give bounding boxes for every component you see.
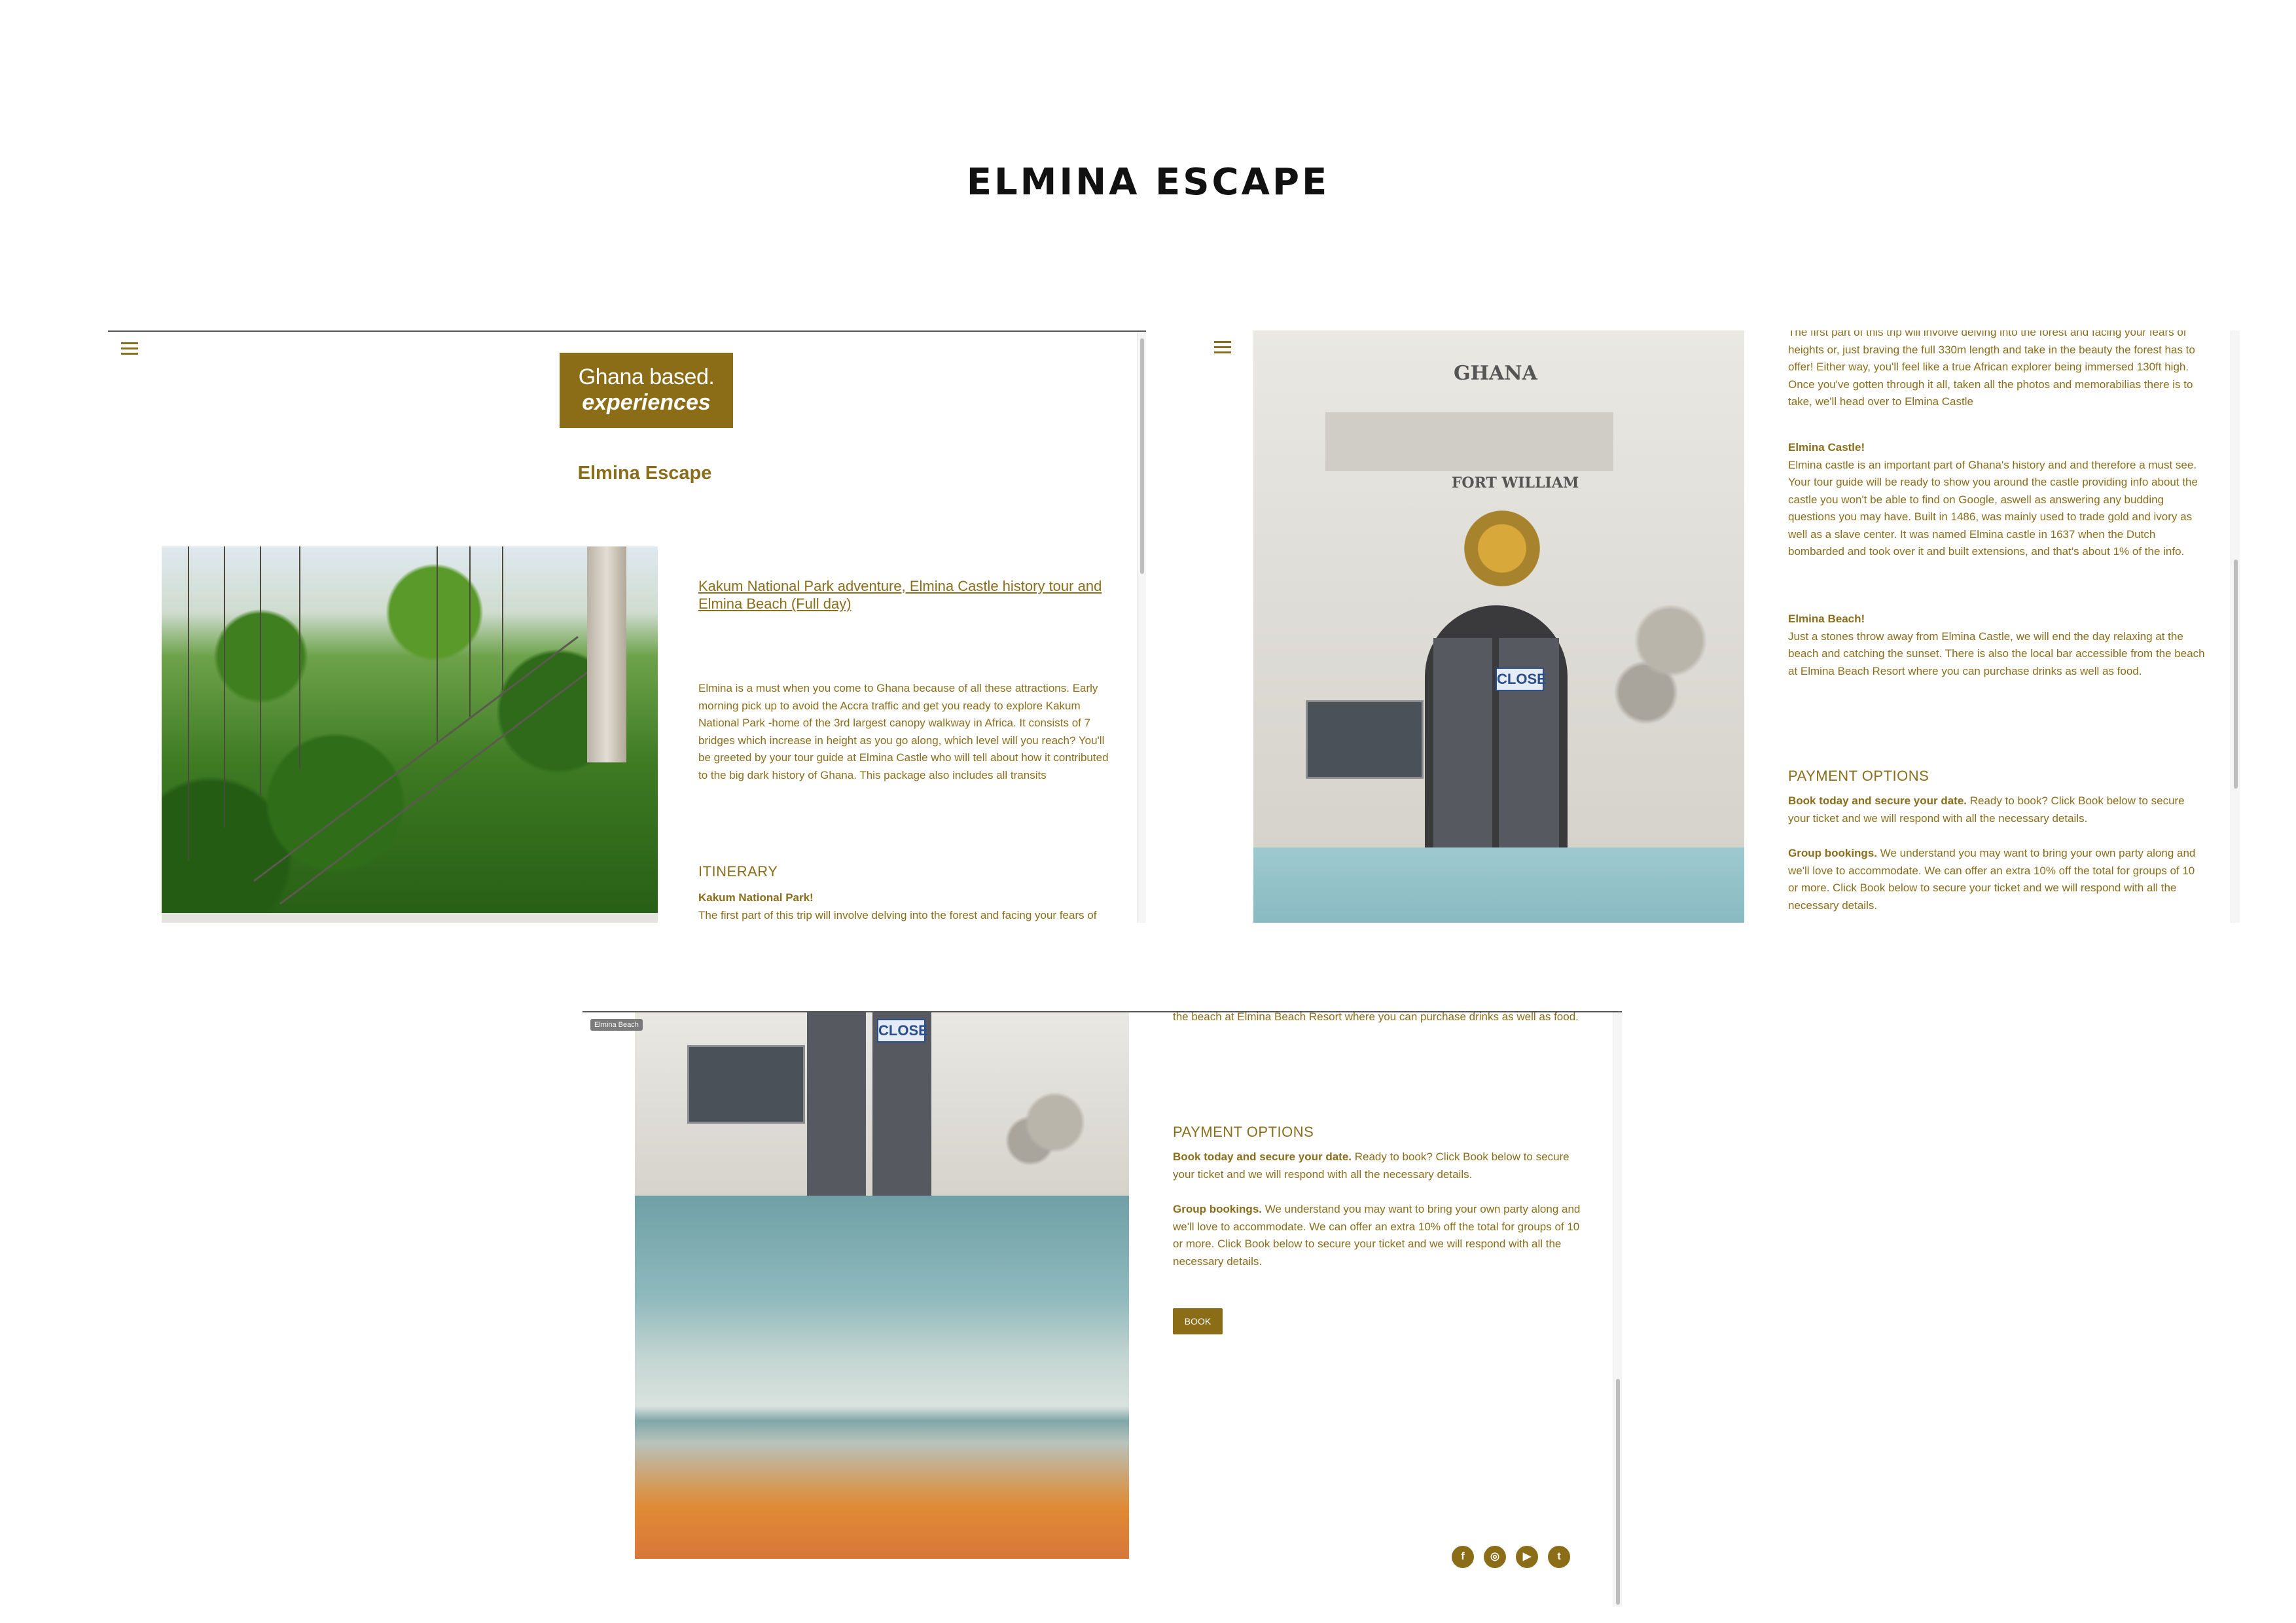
- ghana-sign: GHANA: [1454, 362, 1537, 385]
- beach-text: Just a stones throw away from Elmina Cas…: [1788, 630, 2205, 677]
- kakum-canopy-photo: [162, 546, 658, 913]
- site-logo[interactable]: Ghana based. experiences: [560, 353, 733, 428]
- group-bookings-text: Group bookings. We understand you may wa…: [1788, 845, 2207, 914]
- itinerary-heading: ITINERARY: [698, 863, 778, 880]
- tour-title-link[interactable]: Kakum National Park adventure, Elmina Ca…: [698, 577, 1117, 613]
- elmina-castle-photo-bottom: CLOSE: [635, 1012, 1129, 1196]
- elmina-castle-photo: GHANA FORT WILLIAM CLOSE: [1253, 330, 1744, 847]
- kakum-section: Kakum National Park! The first part of t…: [698, 889, 1117, 923]
- kakum-heading: Kakum National Park!: [698, 891, 814, 904]
- close-sign: CLOSE: [877, 1019, 928, 1043]
- beach-section: Elmina Beach! Just a stones throw away f…: [1788, 611, 2207, 680]
- castle-section: Elmina Castle! Elmina castle is an impor…: [1788, 439, 2207, 561]
- logo-line2: experiences: [582, 390, 711, 415]
- close-sign: CLOSE: [1496, 668, 1547, 691]
- menu-icon[interactable]: [1214, 341, 1231, 354]
- stone-panel: [1306, 700, 1424, 779]
- payment-heading: PAYMENT OPTIONS: [1788, 768, 1929, 784]
- scrollbar[interactable]: [1137, 332, 1146, 923]
- fort-william-sign: FORT WILLIAM: [1451, 474, 1579, 491]
- scroll-thumb[interactable]: [1140, 338, 1144, 574]
- package-title: Elmina Escape: [577, 463, 712, 484]
- menu-icon[interactable]: [121, 342, 138, 355]
- package-intro: Elmina is a must when you come to Ghana …: [698, 682, 1109, 781]
- book-today-bold: Book today and secure your date.: [1173, 1150, 1352, 1163]
- group-bold: Group bookings.: [1788, 847, 1877, 859]
- youtube-icon[interactable]: ▶: [1516, 1546, 1538, 1568]
- next-photo-edge: [162, 913, 658, 923]
- castle-heading: Elmina Castle!: [1788, 441, 1865, 454]
- twitter-icon[interactable]: t: [1548, 1546, 1570, 1568]
- book-today-bold: Book today and secure your date.: [1788, 794, 1967, 807]
- kakum-text: The first part of this trip will involve…: [698, 908, 1097, 921]
- kakum-continued: The first part of this trip will involve…: [1788, 330, 2195, 408]
- elmina-beach-photo: [635, 1196, 1129, 1559]
- page-title: ELMINA ESCAPE: [966, 161, 1330, 204]
- coat-of-arms: [1456, 507, 1548, 599]
- scroll-thumb[interactable]: [1616, 1379, 1620, 1605]
- scrollbar[interactable]: [1613, 1012, 1622, 1607]
- castle-text: Elmina castle is an important part of Gh…: [1788, 458, 2198, 558]
- beach-heading: Elmina Beach!: [1788, 613, 1865, 625]
- book-today-text: Book today and secure your date. Ready t…: [1173, 1149, 1592, 1183]
- scroll-thumb[interactable]: [2234, 560, 2238, 789]
- facebook-icon[interactable]: f: [1452, 1546, 1474, 1568]
- photo-tag: Elmina Beach: [590, 1019, 643, 1031]
- beach-text-tail: the beach at Elmina Beach Resort where y…: [1173, 1011, 1579, 1023]
- instagram-icon[interactable]: ◎: [1484, 1546, 1506, 1568]
- payment-heading: PAYMENT OPTIONS: [1173, 1124, 1314, 1140]
- stone-panel: [687, 1045, 805, 1124]
- group-bold: Group bookings.: [1173, 1203, 1262, 1215]
- logo-line1: Ghana based.: [578, 365, 715, 389]
- book-button[interactable]: BOOK: [1173, 1308, 1223, 1334]
- scrollbar[interactable]: [2231, 330, 2240, 923]
- group-bookings-text: Group bookings. We understand you may wa…: [1173, 1201, 1592, 1270]
- book-today-text: Book today and secure your date. Ready t…: [1788, 793, 2207, 827]
- sea-photo-top: [1253, 847, 1744, 923]
- screenshot-mid-page: GHANA FORT WILLIAM CLOSE The first part …: [1178, 330, 2240, 923]
- screenshot-top-page: Ghana based. experiences Elmina Escape K…: [108, 330, 1146, 923]
- screenshot-bottom-page: CLOSE Elmina Beach the beach at Elmina B…: [583, 1011, 1622, 1607]
